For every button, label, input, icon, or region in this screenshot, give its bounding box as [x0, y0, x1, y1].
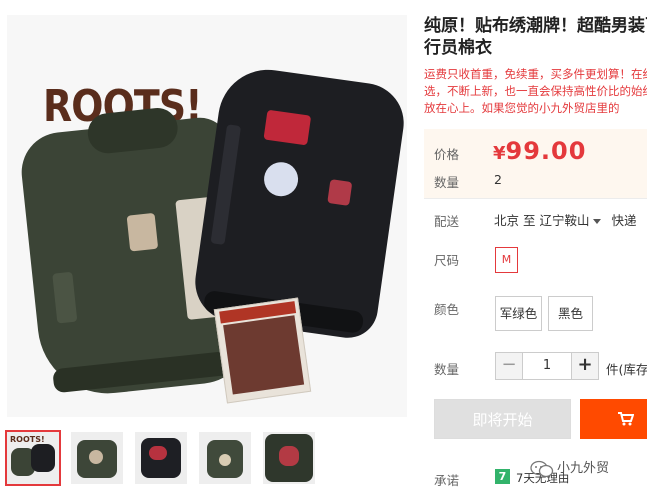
add-to-cart-button[interactable] — [580, 399, 647, 439]
thumbnail-4[interactable] — [199, 432, 251, 484]
jacket-patch — [261, 160, 301, 199]
thumbnail-3[interactable] — [135, 432, 187, 484]
shipping-method: 快递 — [611, 213, 637, 228]
product-info-panel: 纯原！贴布绣潮牌！超酷男装飞行员棉衣 运费只收首重，免续重，买多件更划算！在细选… — [424, 0, 647, 496]
divider — [424, 198, 647, 199]
quantity-input[interactable]: 1 — [522, 353, 572, 379]
wechat-icon — [530, 460, 554, 478]
color-option-black[interactable]: 黑色 — [548, 296, 593, 331]
price-label: 价格 — [434, 147, 460, 162]
thumbnail-strip: ROOTS! — [5, 430, 315, 486]
watermark-text: 小九外贸 — [557, 461, 610, 476]
price-value: ¥99.00 — [493, 137, 586, 165]
black-jacket-image — [190, 63, 407, 342]
shipping-destination-select[interactable]: 辽宁鞍山 — [539, 213, 607, 228]
sold-quantity-value: 2 — [494, 172, 502, 187]
shipping-info: 北京 至 辽宁鞍山 快递 — [494, 210, 636, 229]
shipping-from: 北京 至 — [494, 213, 536, 228]
jacket-patch — [263, 109, 312, 146]
jacket-patch — [52, 271, 78, 324]
sold-quantity-label: 数量 — [434, 175, 460, 190]
color-label: 颜色 — [434, 302, 460, 317]
main-product-image[interactable]: ROOTS! — [7, 15, 407, 417]
chevron-down-icon — [593, 219, 602, 224]
quantity-label: 数量 — [434, 362, 460, 377]
thumbnail-5[interactable] — [263, 432, 315, 484]
product-title: 纯原！贴布绣潮牌！超酷男装飞行员棉衣 — [424, 16, 647, 58]
thumbnail-brand-text: ROOTS! — [10, 435, 45, 444]
thumbnail-patch — [279, 446, 299, 466]
promise-label: 承诺 — [434, 473, 460, 488]
jacket-patch — [327, 179, 353, 206]
magazine-cover-image — [223, 315, 305, 395]
thumbnail-jacket-black — [31, 444, 55, 472]
quantity-stepper: − 1 + — [495, 352, 599, 380]
stock-text: 件(库存 — [606, 362, 647, 377]
thumbnail-patch — [89, 450, 103, 464]
product-description: 运费只收首重，免续重，买多件更划算！在细选，不断上新，也一直会保持高性价比的始终… — [424, 67, 647, 115]
size-option-m[interactable]: M — [495, 247, 518, 273]
thumbnail-patch — [219, 454, 231, 466]
buy-now-button[interactable]: 即将开始 — [434, 399, 571, 439]
magazine-prop — [213, 297, 312, 404]
thumbnail-patch — [149, 446, 167, 460]
thumbnail-2[interactable] — [71, 432, 123, 484]
thumbnail-1[interactable]: ROOTS! — [5, 430, 61, 486]
jacket-cuff — [52, 350, 234, 394]
quantity-increase-button[interactable]: + — [572, 353, 598, 379]
jacket-patch — [210, 124, 242, 245]
shipping-label: 配送 — [434, 214, 460, 229]
shipping-destination: 辽宁鞍山 — [539, 213, 590, 228]
quantity-decrease-button[interactable]: − — [496, 353, 522, 379]
cart-icon — [618, 412, 634, 426]
jacket-patch — [126, 212, 159, 252]
price-currency: ¥ — [493, 143, 506, 164]
seven-day-return-icon: 7 — [495, 469, 510, 484]
price-number: 99.00 — [505, 137, 587, 165]
size-label: 尺码 — [434, 253, 460, 268]
color-option-army-green[interactable]: 军绿色 — [495, 296, 542, 331]
